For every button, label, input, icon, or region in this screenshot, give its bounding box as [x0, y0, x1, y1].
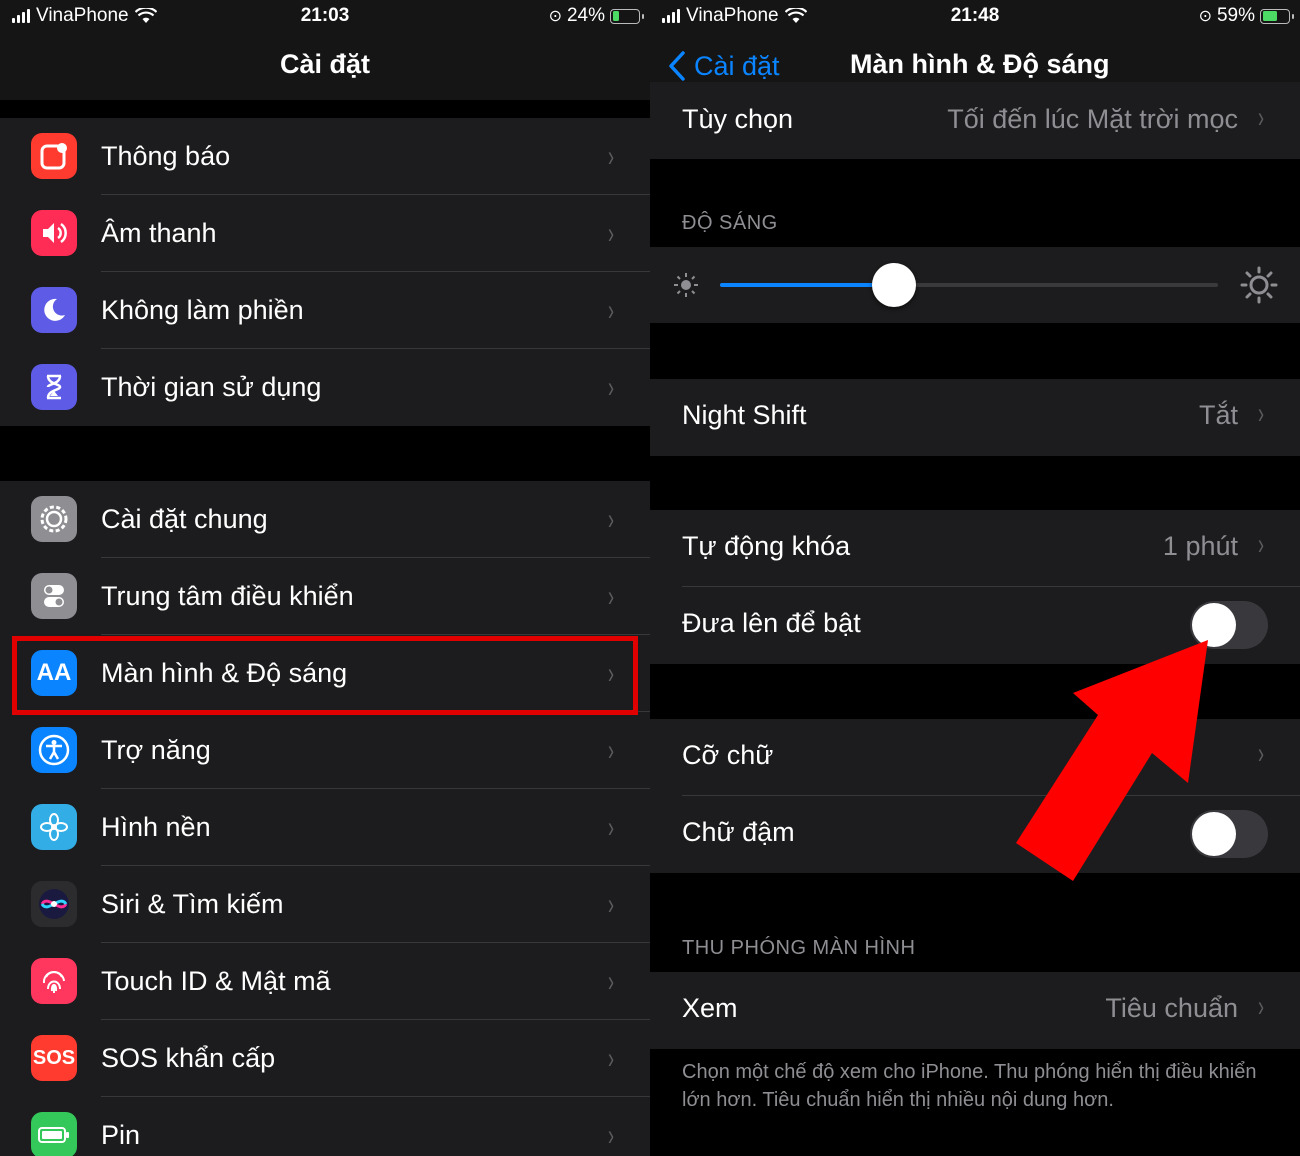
page-title: Màn hình & Độ sáng — [850, 49, 1110, 79]
settings-group-1: Thông báo › Âm thanh › Không làm phiền › Thời … — [0, 118, 650, 426]
gear-icon — [31, 496, 77, 542]
view-label: Xem — [682, 993, 738, 1023]
settings-row[interactable]: Trung tâm điều khiển › — [0, 558, 650, 635]
battery-percent: 24% — [566, 5, 605, 26]
settings-row[interactable]: Siri & Tìm kiếm › — [0, 866, 650, 943]
icon-glyph: SOS — [32, 1046, 76, 1069]
settings-row-label: Trợ năng — [101, 735, 211, 765]
rotation-lock-icon: ⊙ — [1198, 8, 1212, 25]
zoom-note: Chọn một chế độ xem cho iPhone. Thu phón… — [682, 1061, 1257, 1111]
settings-row-label: Pin — [101, 1120, 141, 1150]
back-button[interactable]: Cài đặt — [668, 50, 780, 82]
night-shift-value: Tắt — [1198, 400, 1238, 430]
settings-row-label: Không làm phiền — [101, 295, 304, 325]
zoom-header: THU PHÓNG MÀN HÌNH — [682, 937, 916, 959]
settings-screen: VinaPhone 21:03 ⊙ 24% Cài đặt Thông báo ›… — [0, 0, 650, 1156]
status-bar: VinaPhone 21:03 ⊙ 24% — [0, 0, 650, 34]
settings-row[interactable]: Âm thanh › — [0, 195, 650, 272]
chevron-right-icon: › — [1258, 528, 1264, 561]
status-bar: VinaPhone 21:48 ⊙ 59% — [650, 0, 1300, 34]
back-label: Cài đặt — [694, 50, 780, 81]
brightness-header: ĐỘ SÁNG — [682, 212, 778, 234]
settings-row-label: Thông báo — [101, 141, 231, 171]
settings-group-2: Cài đặt chung › Trung tâm điều khiển › AA Màn… — [0, 481, 650, 1156]
hourglass-icon — [31, 364, 77, 410]
chevron-right-icon: › — [608, 887, 614, 921]
night-shift-label: Night Shift — [682, 400, 807, 430]
fingerprint-icon — [31, 958, 77, 1004]
chevron-right-icon: › — [1258, 101, 1264, 134]
chevron-right-icon: › — [608, 1041, 614, 1075]
sos-icon: SOS — [31, 1035, 77, 1081]
chevron-right-icon: › — [1258, 397, 1264, 430]
chevron-right-icon: › — [608, 810, 614, 844]
settings-row-label: Âm thanh — [101, 218, 217, 248]
settings-row[interactable]: Pin › — [0, 1097, 650, 1156]
settings-row-label: Thời gian sử dụng — [101, 372, 322, 402]
chevron-right-icon: › — [608, 733, 614, 767]
settings-row-label: Siri & Tìm kiếm — [101, 889, 284, 919]
toggles-icon — [31, 573, 77, 619]
auto-lock-value: 1 phút — [1162, 531, 1238, 561]
settings-row-label: SOS khẩn cấp — [101, 1043, 276, 1073]
sound-icon — [31, 210, 77, 256]
chevron-right-icon: › — [1258, 990, 1264, 1023]
battery-icon — [1260, 8, 1294, 24]
brightness-group — [650, 247, 1300, 323]
brightness-slider-thumb[interactable] — [872, 263, 917, 307]
settings-row[interactable]: Cài đặt chung › — [0, 481, 650, 558]
red-arrow-annotation — [1016, 640, 1208, 881]
night-shift-group: Night Shift Tắt › — [650, 379, 1300, 456]
rotation-lock-icon: ⊙ — [548, 8, 562, 25]
settings-row[interactable]: SOS SOS khẩn cấp › — [0, 1020, 650, 1097]
chevron-right-icon: › — [608, 1118, 614, 1152]
highlight-box — [12, 636, 638, 715]
battery-icon — [31, 1112, 77, 1156]
view-row[interactable]: Xem Tiêu chuẩn › — [650, 972, 1300, 1049]
settings-row-label: Cài đặt chung — [101, 504, 268, 534]
siri-icon — [31, 881, 77, 927]
settings-row[interactable]: Touch ID & Mật mã › — [0, 943, 650, 1020]
settings-row-label: Trung tâm điều khiển — [101, 581, 354, 611]
settings-row[interactable]: Thời gian sử dụng › — [0, 349, 650, 426]
chevron-right-icon: › — [608, 502, 614, 536]
settings-row-label: Touch ID & Mật mã — [101, 966, 331, 996]
chevron-left-icon — [669, 51, 685, 81]
chevron-right-icon: › — [608, 293, 614, 327]
battery-percent: 59% — [1216, 5, 1255, 26]
night-shift-row[interactable]: Night Shift Tắt › — [650, 379, 1300, 456]
brightness-slider[interactable] — [720, 263, 1218, 307]
raise-to-wake-label: Đưa lên để bật — [682, 608, 861, 638]
chevron-right-icon: › — [608, 579, 614, 613]
auto-lock-label: Tự động khóa — [682, 531, 851, 561]
chevron-right-icon: › — [608, 139, 614, 173]
chevron-right-icon: › — [608, 964, 614, 998]
settings-row[interactable]: Không làm phiền › — [0, 272, 650, 349]
notifications-icon — [31, 133, 77, 179]
bold-text-label: Chữ đậm — [682, 817, 795, 847]
settings-row[interactable]: Thông báo › — [0, 118, 650, 195]
settings-row[interactable]: Hình nền › — [0, 789, 650, 866]
chevron-right-icon: › — [608, 370, 614, 404]
moon-icon — [31, 287, 77, 333]
options-value: Tối đến lúc Mặt trời mọc — [947, 104, 1238, 134]
accessibility-icon — [31, 727, 77, 773]
options-label: Tùy chọn — [682, 104, 794, 134]
zoom-group: Xem Tiêu chuẩn › — [650, 972, 1300, 1049]
display-brightness-screen: VinaPhone 21:48 ⊙ 59% Cài đặt Màn hình &… — [650, 0, 1300, 1156]
settings-row-label: Hình nền — [101, 812, 211, 842]
chevron-right-icon: › — [608, 216, 614, 250]
view-value: Tiêu chuẩn — [1105, 993, 1238, 1023]
settings-row[interactable]: Trợ năng › — [0, 712, 650, 789]
options-row[interactable]: Tùy chọn Tối đến lúc Mặt trời mọc › — [650, 82, 1300, 159]
text-size-label: Cỡ chữ — [682, 740, 774, 770]
page-title: Cài đặt — [279, 49, 371, 79]
wallpaper-icon — [31, 804, 77, 850]
nav-bar: Cài đặt — [0, 34, 650, 100]
auto-lock-row[interactable]: Tự động khóa 1 phút › — [650, 510, 1300, 587]
brightness-slider-fill — [720, 283, 895, 287]
sun-small-icon — [674, 273, 698, 297]
sun-large-icon — [1240, 266, 1278, 304]
battery-icon — [610, 8, 644, 24]
